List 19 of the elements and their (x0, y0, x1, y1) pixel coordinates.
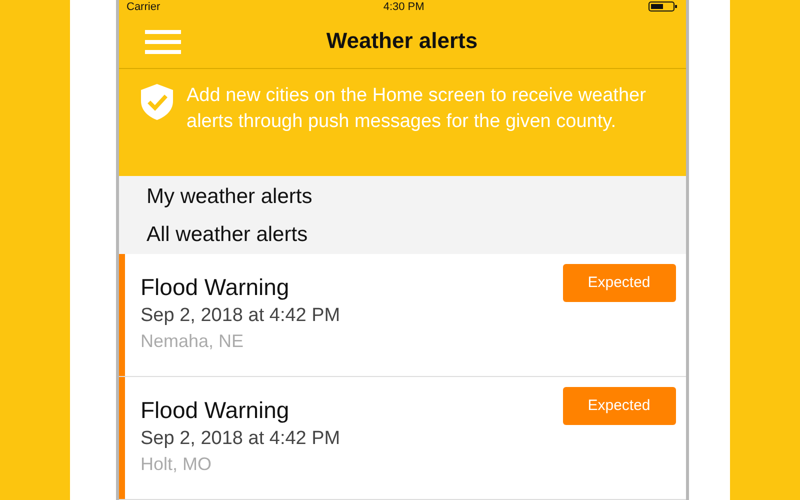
alert-row[interactable]: Flood Warning Sep 2, 2018 at 4:42 PM Nemaha, NE Expected (118, 254, 686, 377)
alert-location: Holt, MO (140, 454, 213, 475)
section-header[interactable]: My weather alerts (146, 182, 686, 212)
status-badge: Expected (562, 264, 676, 302)
menu-icon[interactable] (144, 28, 180, 56)
shield-check-icon (138, 83, 174, 122)
alert-location: Nemaha, NE (140, 330, 245, 352)
section-header[interactable]: All weather alerts (146, 220, 686, 250)
alert-row[interactable]: Flood Warning Sep 2, 2018 at 4:42 PM Holt, MO Expected (118, 376, 686, 500)
alert-title: Flood Warning (140, 396, 290, 424)
alert-date: Sep 2, 2018 at 4:42 PM (140, 304, 342, 327)
alert-date: Sep 2, 2018 at 4:42 PM (140, 428, 342, 450)
status-time: 4:30 PM (383, 0, 424, 13)
status-badge: Expected (562, 386, 676, 425)
info-message: Add new cities on the Home screen to receive weather alerts through push messages for the given county. (186, 84, 647, 134)
carrier-label: Carrier (126, 0, 160, 13)
alert-title: Flood Warning (140, 274, 290, 301)
screen-title: Weather alerts (326, 28, 478, 54)
battery-icon (648, 1, 678, 12)
